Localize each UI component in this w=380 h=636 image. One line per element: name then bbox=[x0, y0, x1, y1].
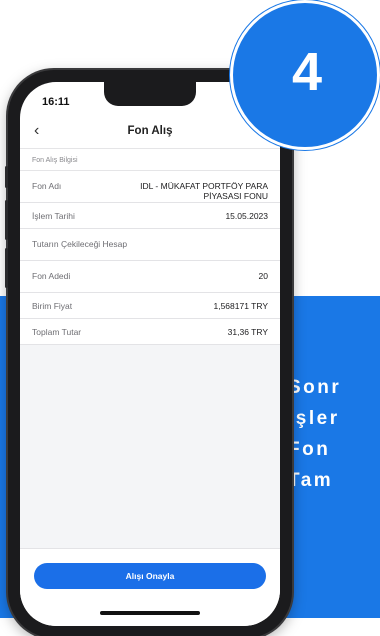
row-transaction-date: İşlem Tarihi 15.05.2023 bbox=[20, 203, 280, 229]
footer: Alışı Onayla bbox=[20, 548, 280, 626]
row-fund-quantity: Fon Adedi 20 bbox=[20, 261, 280, 293]
phone-screen: 16:11 •• ‹ Fon Alış Fon Alış Bilgisi Fon… bbox=[20, 82, 280, 626]
fund-name-line-1: IDL - MÜKAFAT PORTFÖY PARA bbox=[140, 181, 268, 191]
row-value: 20 bbox=[258, 271, 268, 281]
phone-volume-down bbox=[5, 248, 8, 288]
page-title: Fon Alış bbox=[127, 125, 173, 137]
row-label: Fon Adı bbox=[32, 181, 62, 191]
promo-line: Fon bbox=[288, 439, 331, 460]
home-indicator[interactable] bbox=[100, 611, 200, 615]
fund-name-line-2: PİYASASI FONU bbox=[203, 191, 268, 201]
phone-volume-up bbox=[5, 200, 8, 240]
row-unit-price: Birim Fiyat 1,568171 TRY bbox=[20, 293, 280, 319]
step-number: 4 bbox=[291, 42, 323, 102]
row-label: Toplam Tutar bbox=[32, 327, 82, 337]
row-value: IDL - MÜKAFAT PORTFÖY PARA PİYASASI FONU bbox=[140, 171, 268, 201]
row-fund-name: Fon Adı IDL - MÜKAFAT PORTFÖY PARA PİYAS… bbox=[20, 171, 280, 203]
row-value: 15.05.2023 bbox=[225, 211, 268, 221]
row-label: Tutarın Çekileceği Hesap bbox=[32, 239, 128, 249]
status-time: 16:11 bbox=[42, 96, 70, 108]
phone-mute-switch bbox=[5, 166, 8, 188]
promo-text: Sonr İşler Fon Tam bbox=[288, 372, 380, 496]
row-value: 1,568171 TRY bbox=[213, 301, 268, 311]
row-total-amount: Toplam Tutar 31,36 TRY bbox=[20, 319, 280, 345]
section-label: Fon Alış Bilgisi bbox=[20, 149, 280, 171]
row-debit-account[interactable]: Tutarın Çekileceği Hesap bbox=[20, 229, 280, 261]
phone-notch bbox=[104, 82, 196, 106]
row-label: Birim Fiyat bbox=[32, 301, 73, 311]
step-number-badge: 4 bbox=[230, 0, 380, 150]
promo-line: İşler bbox=[288, 408, 340, 429]
row-label: İşlem Tarihi bbox=[32, 211, 75, 221]
promo-line: Tam bbox=[288, 470, 334, 491]
promo-line: Sonr bbox=[288, 377, 342, 398]
navigation-bar: ‹ Fon Alış bbox=[20, 118, 280, 146]
confirm-purchase-button[interactable]: Alışı Onayla bbox=[34, 563, 266, 589]
row-value: 31,36 TRY bbox=[227, 327, 268, 337]
phone-frame: 16:11 •• ‹ Fon Alış Fon Alış Bilgisi Fon… bbox=[5, 70, 292, 636]
row-label: Fon Adedi bbox=[32, 271, 71, 281]
fund-purchase-details: Fon Alış Bilgisi Fon Adı IDL - MÜKAFAT P… bbox=[20, 148, 280, 548]
